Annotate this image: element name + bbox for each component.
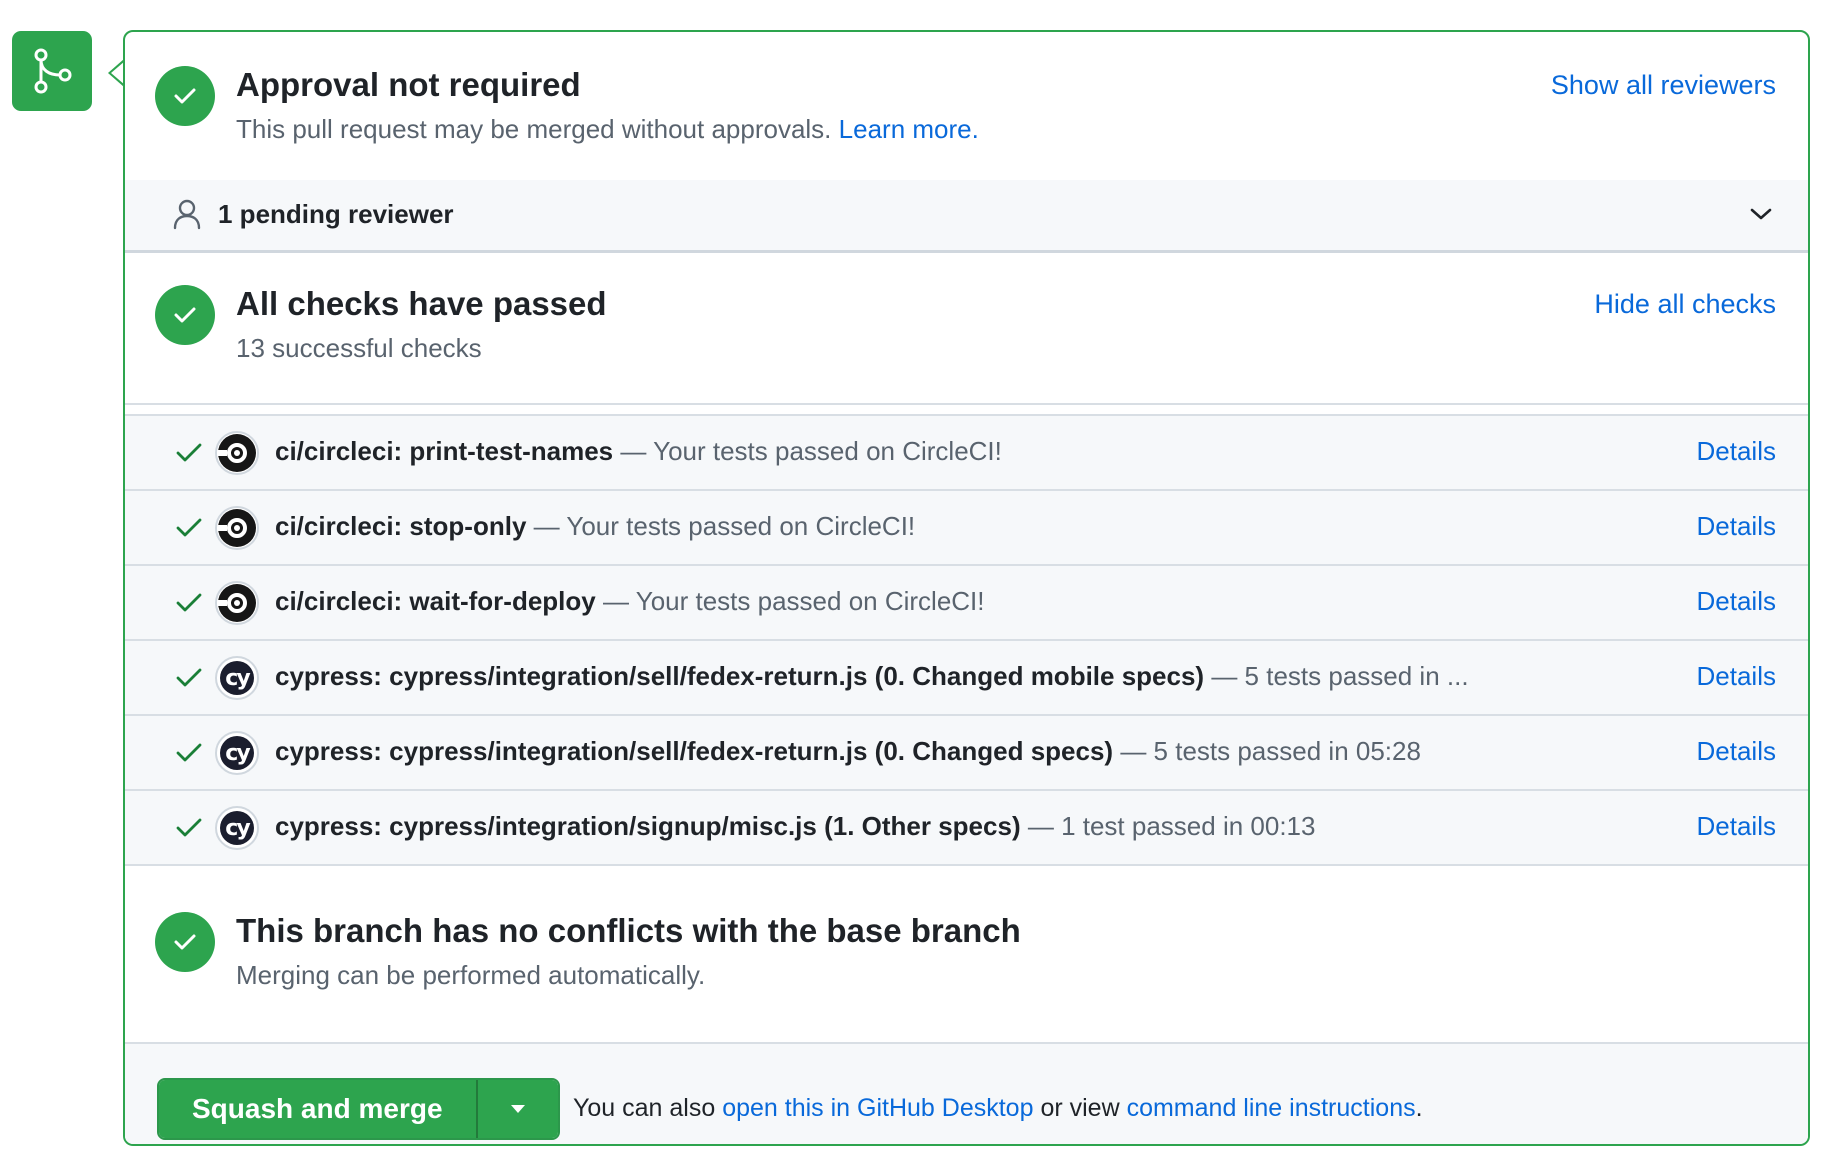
checks-passed-icon <box>155 285 215 345</box>
check-name: cypress: cypress/integration/signup/misc… <box>275 811 1021 841</box>
merge-button-group: Squash and merge <box>157 1078 560 1140</box>
checks-section: All checks have passed 13 successful che… <box>125 253 1808 403</box>
check-icon <box>176 518 202 537</box>
cypress-glyph: cy <box>220 811 254 845</box>
squash-and-merge-button[interactable]: Squash and merge <box>159 1080 476 1138</box>
check-text: ci/circleci: stop-only — Your tests pass… <box>275 511 915 542</box>
check-name: ci/circleci: wait-for-deploy <box>275 586 596 616</box>
check-icon <box>176 593 202 612</box>
check-description: — 1 test passed in 00:13 <box>1027 811 1316 841</box>
learn-more-link[interactable]: Learn more. <box>839 114 979 144</box>
cypress-icon: cy <box>215 731 259 775</box>
check-name: ci/circleci: stop-only <box>275 511 527 541</box>
check-details-link[interactable]: Details <box>1697 811 1776 842</box>
pending-reviewer-label: 1 pending reviewer <box>218 199 454 229</box>
approval-title: Approval not required <box>236 66 581 103</box>
command-line-instructions-link[interactable]: command line instructions <box>1127 1094 1416 1122</box>
approval-section: Approval not required This pull request … <box>125 32 1808 180</box>
suffix-period: . <box>1415 1094 1423 1122</box>
approval-subtitle-text: This pull request may be merged without … <box>236 114 832 144</box>
checks-title: All checks have passed <box>236 285 607 322</box>
approval-subtitle: This pull request may be merged without … <box>236 114 979 145</box>
check-text: ci/circleci: print-test-names — Your tes… <box>275 436 1002 467</box>
conflicts-subtitle: Merging can be performed automatically. <box>236 960 706 990</box>
circleci-icon <box>215 431 259 475</box>
check-text: cypress: cypress/integration/sell/fedex-… <box>275 661 1469 692</box>
cypress-icon: cy <box>215 656 259 700</box>
merge-status-panel: Approval not required This pull request … <box>123 30 1810 1146</box>
circleci-icon <box>215 581 259 625</box>
cypress-icon: cy <box>215 806 259 850</box>
check-text: cypress: cypress/integration/signup/misc… <box>275 811 1315 842</box>
check-row: cy cypress: cypress/integration/sell/fed… <box>125 714 1808 789</box>
check-description: — Your tests passed on CircleCI! <box>602 586 985 616</box>
check-icon <box>176 818 202 837</box>
check-description: — Your tests passed on CircleCI! <box>620 436 1002 466</box>
cypress-glyph: cy <box>220 661 254 695</box>
check-details-link[interactable]: Details <box>1697 736 1776 767</box>
merge-method-dropdown[interactable] <box>475 1080 558 1138</box>
github-desktop-link[interactable]: open this in GitHub Desktop <box>722 1094 1033 1122</box>
check-details-link[interactable]: Details <box>1697 436 1776 467</box>
approval-check-icon <box>155 66 215 126</box>
or-view-text: or view <box>1040 1094 1120 1122</box>
chevron-down-icon[interactable] <box>1748 205 1774 223</box>
circleci-icon <box>215 506 259 550</box>
pending-reviewers-toggle[interactable]: 1 pending reviewer <box>125 180 1808 253</box>
check-details-link[interactable]: Details <box>1697 511 1776 542</box>
merge-alternatives-text: You can also open this in GitHub Desktop… <box>573 1094 1423 1123</box>
git-merge-icon <box>34 48 72 94</box>
check-row: ci/circleci: stop-only — Your tests pass… <box>125 489 1808 564</box>
conflicts-section: This branch has no conflicts with the ba… <box>125 866 1808 1042</box>
check-row: cy cypress: cypress/integration/sell/fed… <box>125 639 1808 714</box>
check-description: — Your tests passed on CircleCI! <box>533 511 916 541</box>
check-name: cypress: cypress/integration/sell/fedex-… <box>275 736 1114 766</box>
check-row: cy cypress: cypress/integration/signup/m… <box>125 789 1808 864</box>
check-row: ci/circleci: print-test-names — Your tes… <box>125 414 1808 489</box>
show-all-reviewers-link[interactable]: Show all reviewers <box>1551 70 1776 101</box>
checks-divider <box>125 403 1808 405</box>
conflicts-title: This branch has no conflicts with the ba… <box>236 912 1021 949</box>
check-description: — 5 tests passed in 05:28 <box>1120 736 1421 766</box>
check-details-link[interactable]: Details <box>1697 586 1776 617</box>
also-prefix: You can also <box>573 1094 716 1122</box>
check-details-link[interactable]: Details <box>1697 661 1776 692</box>
cypress-glyph: cy <box>220 736 254 770</box>
checks-subtitle: 13 successful checks <box>236 333 482 363</box>
check-icon <box>176 743 202 762</box>
check-name: ci/circleci: print-test-names <box>275 436 614 466</box>
git-merge-badge <box>12 31 92 111</box>
merge-footer: Squash and merge You can also open this … <box>125 1042 1808 1144</box>
check-text: ci/circleci: wait-for-deploy — Your test… <box>275 586 985 617</box>
check-row: ci/circleci: wait-for-deploy — Your test… <box>125 564 1808 639</box>
check-name: cypress: cypress/integration/sell/fedex-… <box>275 661 1205 691</box>
caret-down-icon <box>510 1105 525 1113</box>
check-icon <box>176 443 202 462</box>
check-icon <box>176 668 202 687</box>
no-conflicts-check-icon <box>155 912 215 972</box>
panel-pointer <box>108 59 125 87</box>
check-description: — 5 tests passed in ... <box>1211 661 1469 691</box>
person-icon <box>173 199 201 230</box>
hide-all-checks-link[interactable]: Hide all checks <box>1594 289 1776 320</box>
check-text: cypress: cypress/integration/sell/fedex-… <box>275 736 1421 767</box>
checks-list: ci/circleci: print-test-names — Your tes… <box>125 414 1808 864</box>
